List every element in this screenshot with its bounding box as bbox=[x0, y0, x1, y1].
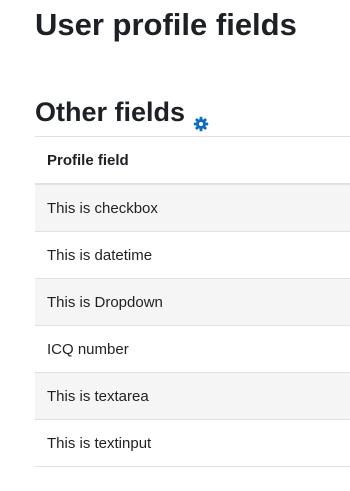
table-row: This is checkbox bbox=[35, 185, 350, 232]
section-heading-label: Other fields bbox=[35, 96, 186, 127]
page: User profile fields Other fields Profile… bbox=[0, 0, 350, 491]
table-row: This is textinput bbox=[35, 420, 350, 467]
section-heading-other-fields: Other fields bbox=[35, 94, 209, 131]
profile-fields-table: Profile field This is checkbox This is d… bbox=[35, 136, 350, 467]
gear-icon[interactable] bbox=[193, 108, 209, 131]
table-row: This is datetime bbox=[35, 232, 350, 279]
table-row: This is textarea bbox=[35, 373, 350, 420]
table-header-profile-field: Profile field bbox=[35, 137, 350, 185]
table-row: This is Dropdown bbox=[35, 279, 350, 326]
table-row: ICQ number bbox=[35, 326, 350, 373]
page-title: User profile fields bbox=[35, 7, 297, 42]
